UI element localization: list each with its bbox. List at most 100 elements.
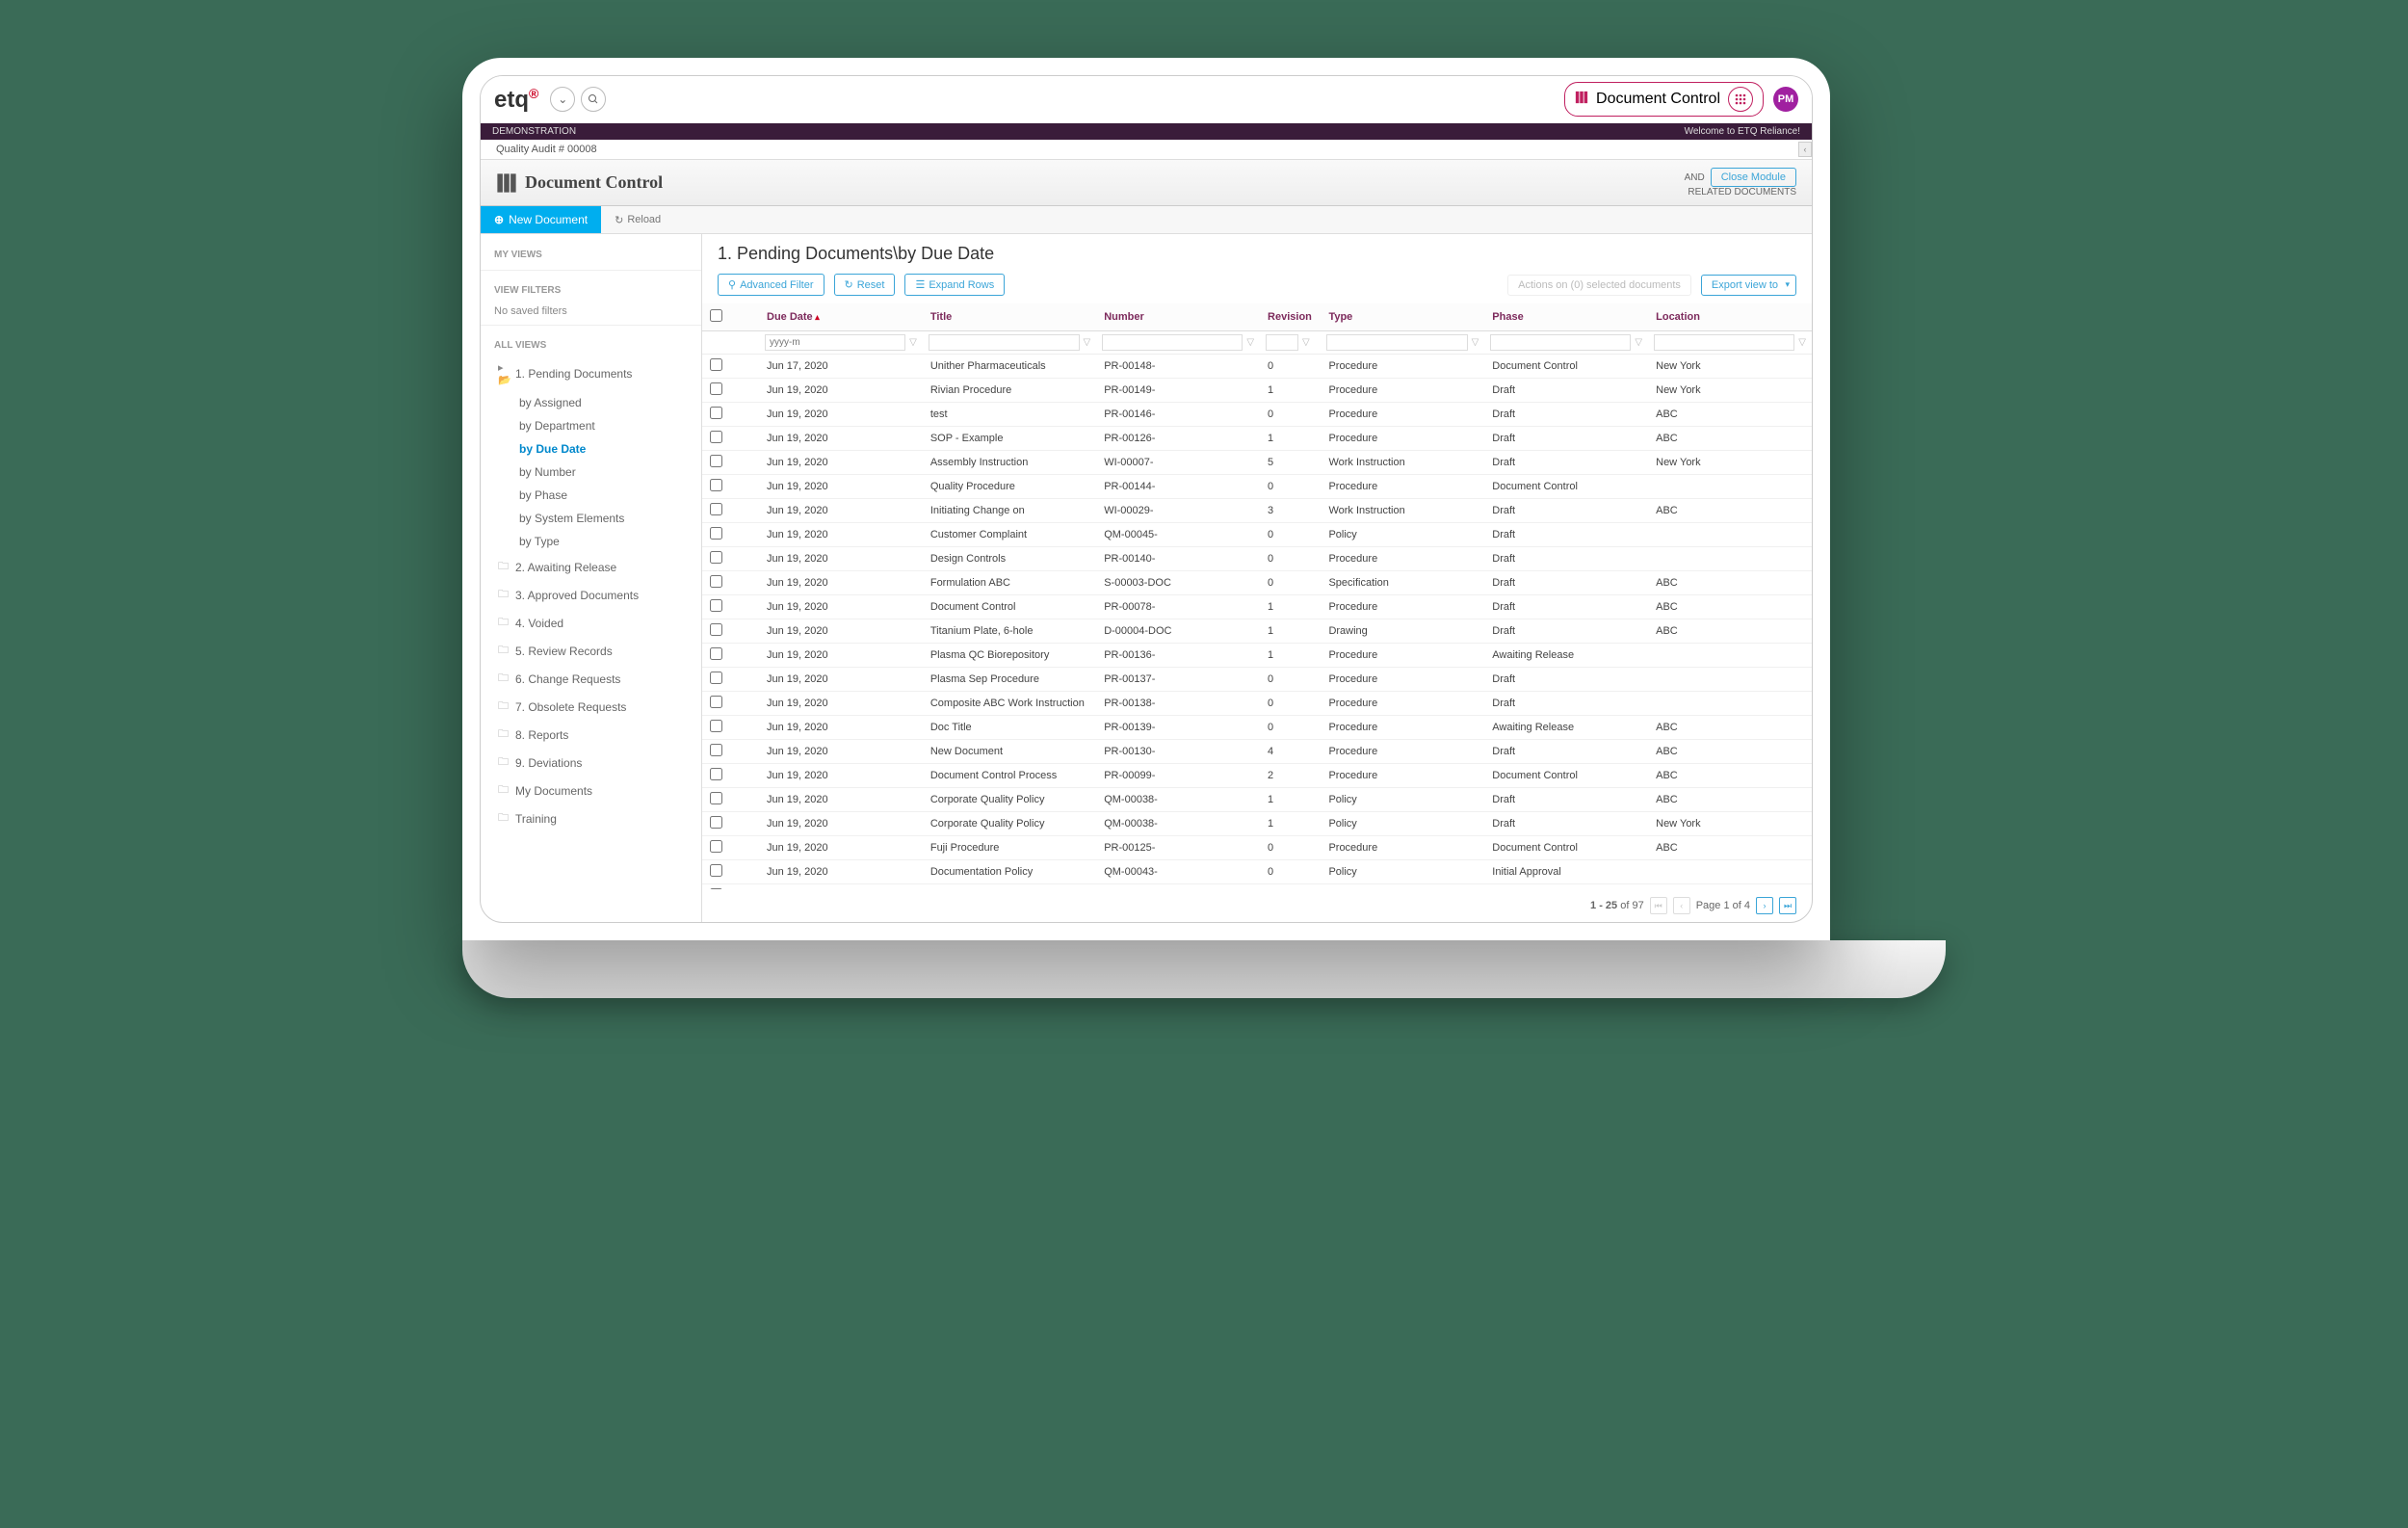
col-phase[interactable]: Phase [1484, 303, 1648, 331]
export-dropdown[interactable]: Export view to [1701, 275, 1796, 296]
table-row[interactable]: Jun 19, 2020Plasma QC BiorepositoryPR-00… [702, 644, 1812, 668]
collapse-icon[interactable]: ‹ [1798, 142, 1812, 157]
pager-next[interactable]: › [1756, 897, 1773, 914]
col-location[interactable]: Location [1648, 303, 1812, 331]
col-title[interactable]: Title [923, 303, 1096, 331]
sidebar-child-by-assigned[interactable]: by Assigned [481, 391, 701, 414]
sidebar-item-8-reports[interactable]: 🗀8. Reports [481, 721, 701, 749]
col-revision[interactable]: Revision [1260, 303, 1321, 331]
table-row[interactable]: Jun 19, 2020Assembly InstructionWI-00007… [702, 451, 1812, 475]
filter-phase[interactable] [1490, 334, 1631, 351]
filter-title[interactable] [929, 334, 1080, 351]
funnel-icon[interactable]: ▽ [1798, 337, 1806, 348]
table-row[interactable]: Jun 19, 2020Doc TitlePR-00139-0Procedure… [702, 716, 1812, 740]
expand-rows-button[interactable]: ☰Expand Rows [904, 274, 1005, 296]
table-row[interactable]: Jun 17, 2020Unither PharmaceuticalsPR-00… [702, 355, 1812, 379]
row-checkbox[interactable] [710, 479, 722, 491]
funnel-icon[interactable]: ▽ [1302, 337, 1310, 348]
row-checkbox[interactable] [710, 816, 722, 829]
table-row[interactable]: Jun 19, 2020Fuji ProcedurePR-00125-0Proc… [702, 836, 1812, 860]
row-checkbox[interactable] [710, 672, 722, 684]
table-row[interactable]: Jun 19, 2020Composite ABC Work Instructi… [702, 692, 1812, 716]
table-row[interactable]: Jun 19, 2020SOP - ExamplePR-00126-1Proce… [702, 427, 1812, 451]
table-row[interactable]: Jun 19, 2020New DocumentPR-00130-4Proced… [702, 740, 1812, 764]
row-checkbox[interactable] [710, 696, 722, 708]
filter-due-date[interactable] [765, 334, 905, 351]
actions-dropdown[interactable]: Actions on (0) selected documents [1507, 275, 1691, 296]
pager-last[interactable]: ⏭ [1779, 897, 1796, 914]
table-row[interactable]: Jun 19, 2020Customer ComplaintQM-00045-0… [702, 523, 1812, 547]
funnel-icon[interactable]: ▽ [1635, 337, 1642, 348]
table-row[interactable]: Jun 19, 2020Corporate Quality PolicyQM-0… [702, 812, 1812, 836]
col-due-date[interactable]: Due Date [759, 303, 923, 331]
row-checkbox[interactable] [710, 647, 722, 660]
row-checkbox[interactable] [710, 407, 722, 419]
filter-type[interactable] [1326, 334, 1467, 351]
row-checkbox[interactable] [710, 840, 722, 853]
funnel-icon[interactable]: ▽ [1472, 337, 1479, 348]
search-icon[interactable] [581, 87, 606, 112]
sidebar-item-my-documents[interactable]: 🗀My Documents [481, 777, 701, 804]
sidebar-item-pending-documents[interactable]: ▸📂1. Pending Documents [481, 356, 701, 391]
sidebar-item-7-obsolete-requests[interactable]: 🗀7. Obsolete Requests [481, 693, 701, 721]
row-checkbox[interactable] [710, 599, 722, 612]
table-row[interactable]: Jun 19, 2020Initiating Change onWI-00029… [702, 499, 1812, 523]
row-checkbox[interactable] [710, 575, 722, 588]
row-checkbox[interactable] [710, 382, 722, 395]
row-checkbox[interactable] [710, 720, 722, 732]
col-type[interactable]: Type [1321, 303, 1484, 331]
sidebar-child-by-due-date[interactable]: by Due Date [481, 437, 701, 461]
sidebar-child-by-department[interactable]: by Department [481, 414, 701, 437]
sidebar-child-by-number[interactable]: by Number [481, 461, 701, 484]
new-document-button[interactable]: ⊕ New Document [481, 206, 601, 233]
table-row[interactable]: Jun 19, 2020Document ControlPR-00078-1Pr… [702, 595, 1812, 619]
row-checkbox[interactable] [710, 551, 722, 564]
sidebar-item-training[interactable]: 🗀Training [481, 804, 701, 832]
apps-icon[interactable] [1728, 87, 1753, 112]
table-row[interactable]: Jun 19, 2020Design ControlsPR-00140-0Pro… [702, 547, 1812, 571]
dropdown-toggle[interactable]: ⌄ [550, 87, 575, 112]
row-checkbox[interactable] [710, 431, 722, 443]
avatar[interactable]: PM [1773, 87, 1798, 112]
sidebar-child-by-type[interactable]: by Type [481, 530, 701, 553]
select-all-checkbox[interactable] [710, 309, 722, 322]
col-number[interactable]: Number [1096, 303, 1260, 331]
reload-button[interactable]: ↻ Reload [601, 207, 674, 233]
sidebar-child-by-system-elements[interactable]: by System Elements [481, 507, 701, 530]
row-checkbox[interactable] [710, 744, 722, 756]
close-module-button[interactable]: Close Module [1711, 168, 1796, 187]
row-checkbox[interactable] [710, 455, 722, 467]
row-checkbox[interactable] [710, 358, 722, 371]
sidebar-item-2-awaiting-release[interactable]: 🗀2. Awaiting Release [481, 553, 701, 581]
advanced-filter-button[interactable]: ⚲Advanced Filter [718, 274, 824, 296]
table-row[interactable]: Jun 19, 2020Documentation PolicyQM-00043… [702, 860, 1812, 884]
table-row[interactable]: Jun 19, 2020Formulation ABCS-00003-DOC0S… [702, 571, 1812, 595]
row-checkbox[interactable] [710, 503, 722, 515]
sidebar-item-4-voided[interactable]: 🗀4. Voided [481, 609, 701, 637]
row-checkbox[interactable] [710, 527, 722, 540]
table-row[interactable]: Jun 19, 2020Titanium Plate, 6-holeD-0000… [702, 619, 1812, 644]
row-checkbox[interactable] [710, 864, 722, 877]
table-row[interactable]: Jun 19, 2020Corporate Quality PolicyQM-0… [702, 788, 1812, 812]
module-pill[interactable]: Document Control [1564, 82, 1764, 117]
funnel-icon[interactable]: ▽ [909, 337, 917, 348]
sidebar-item-9-deviations[interactable]: 🗀9. Deviations [481, 749, 701, 777]
table-row[interactable]: Jun 19, 2020Document Control ProcessPR-0… [702, 764, 1812, 788]
funnel-icon[interactable]: ▽ [1084, 337, 1091, 348]
filter-revision[interactable] [1266, 334, 1298, 351]
table-row[interactable]: Jun 19, 2020Quality ProcedurePR-00144-0P… [702, 475, 1812, 499]
filter-number[interactable] [1102, 334, 1243, 351]
table-row[interactable]: Jun 19, 2020Plasma Sep ProcedurePR-00137… [702, 668, 1812, 692]
sidebar-child-by-phase[interactable]: by Phase [481, 484, 701, 507]
pager-first[interactable]: ⏮ [1650, 897, 1667, 914]
filter-location[interactable] [1654, 334, 1794, 351]
pager-prev[interactable]: ‹ [1673, 897, 1690, 914]
table-row[interactable]: Jun 19, 2020testPR-00146-0ProcedureDraft… [702, 403, 1812, 427]
table-row[interactable]: Jun 19, 2020Rivian ProcedurePR-00149-1Pr… [702, 379, 1812, 403]
row-checkbox[interactable] [710, 792, 722, 804]
sidebar-item-3-approved-documents[interactable]: 🗀3. Approved Documents [481, 581, 701, 609]
reset-button[interactable]: ↻Reset [834, 274, 896, 296]
row-checkbox[interactable] [710, 623, 722, 636]
sidebar-item-5-review-records[interactable]: 🗀5. Review Records [481, 637, 701, 665]
sidebar-item-6-change-requests[interactable]: 🗀6. Change Requests [481, 665, 701, 693]
